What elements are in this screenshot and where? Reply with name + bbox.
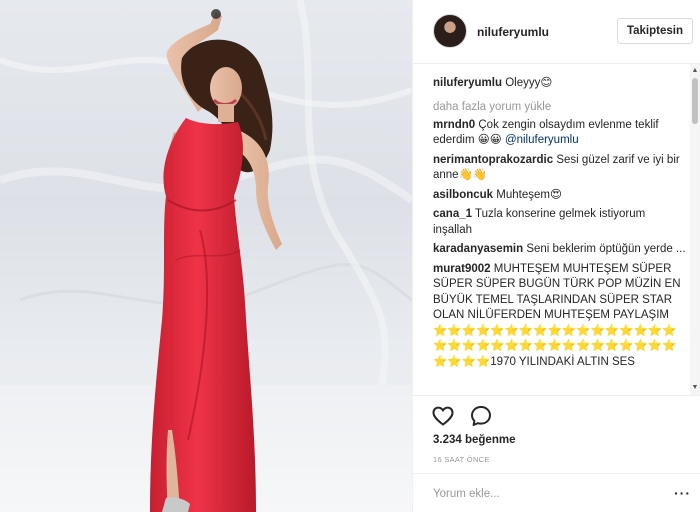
following-button[interactable]: Takiptesin <box>616 18 693 44</box>
comments-scrollbar[interactable]: ▲ ▼ <box>690 64 700 395</box>
add-comment-bar: ··· <box>413 473 700 512</box>
scroll-down-arrow-icon[interactable]: ▼ <box>690 383 700 393</box>
comment-text: MUHTEŞEM MUHTEŞEM SÜPER SÜPER SÜPER BUGÜ… <box>433 262 681 368</box>
caption-text: Oleyyy😊 <box>505 77 553 89</box>
header-username[interactable]: niluferyumlu <box>477 25 549 39</box>
comment-username[interactable]: nerimantoprakozardic <box>433 154 553 166</box>
comment-username[interactable]: mrndn0 <box>433 119 475 131</box>
caption-username[interactable]: niluferyumlu <box>433 77 502 89</box>
speech-bubble-icon[interactable] <box>469 404 493 428</box>
scroll-thumb[interactable] <box>692 78 698 124</box>
post-actions: 3.234 beğenme 16 SAAT ÖNCE <box>413 395 700 473</box>
caption: niluferyumlu Oleyyy😊 <box>433 76 693 92</box>
post-photo[interactable] <box>0 0 412 512</box>
post-timestamp[interactable]: 16 SAAT ÖNCE <box>433 455 490 464</box>
comment-item: karadanyasemin Seni beklerim öptüğün yer… <box>433 242 693 258</box>
likes-count[interactable]: 3.234 beğenme <box>433 434 515 446</box>
comment-text: Muhteşem😍 <box>496 188 562 201</box>
load-more-comments[interactable]: daha fazla yorum yükle <box>433 100 693 114</box>
comment-item: mrndn0 Çok zengin olsaydım evlenme tekli… <box>433 118 693 149</box>
instagram-post: niluferyumlu Takiptesin niluferyumlu Ole… <box>0 0 700 512</box>
comment-item: nerimantoprakozardic Sesi güzel zarif ve… <box>433 153 693 184</box>
comment-username[interactable]: cana_1 <box>433 208 472 220</box>
more-options-icon[interactable]: ··· <box>674 484 691 502</box>
comment-input[interactable] <box>433 483 633 505</box>
post-header: niluferyumlu Takiptesin <box>413 0 700 64</box>
scroll-up-arrow-icon[interactable]: ▲ <box>690 66 700 76</box>
comment-username[interactable]: murat9002 <box>433 263 491 275</box>
heart-outline-icon[interactable] <box>431 404 455 428</box>
comment-text: Seni beklerim öptüğün yerde ... <box>526 243 686 255</box>
side-panel: niluferyumlu Takiptesin niluferyumlu Ole… <box>412 0 700 512</box>
comment-username[interactable]: karadanyasemin <box>433 243 523 255</box>
photo-woman-red-dress <box>0 0 412 512</box>
comment-username[interactable]: asilboncuk <box>433 189 493 201</box>
comment-item: cana_1 Tuzla konserine gelmek istiyorum … <box>433 207 693 238</box>
comment-item: asilboncuk Muhteşem😍 <box>433 188 693 204</box>
comments-list: niluferyumlu Oleyyy😊 daha fazla yorum yü… <box>413 64 693 395</box>
comment-item: murat9002 MUHTEŞEM MUHTEŞEM SÜPER SÜPER … <box>433 262 693 371</box>
avatar[interactable] <box>433 14 467 48</box>
comment-mention[interactable]: @niluferyumlu <box>505 134 579 146</box>
